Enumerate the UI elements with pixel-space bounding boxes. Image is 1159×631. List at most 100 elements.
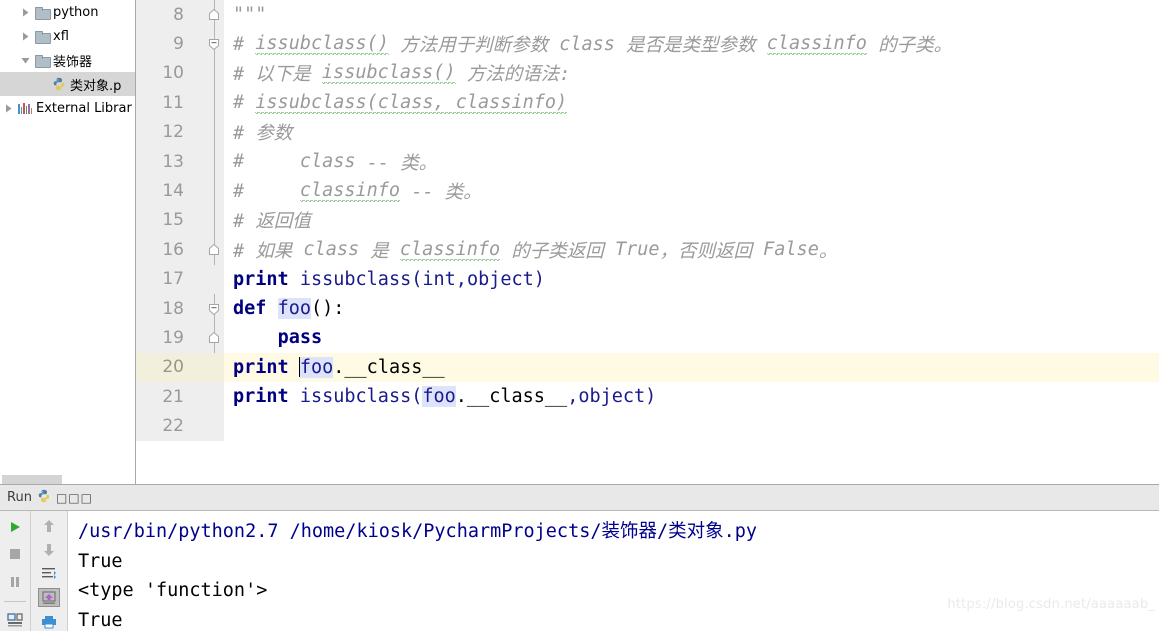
code-text[interactable]: # class -- 类。 [224, 147, 1159, 176]
fold-gutter[interactable] [193, 411, 224, 441]
code-line[interactable]: 20 print foo .__class__ [136, 352, 1159, 383]
chevron-right-icon[interactable] [17, 32, 33, 41]
code-token: foo [277, 298, 311, 320]
code-text[interactable]: # issubclass() 方法用于判断参数 class 是否是类型参数 cl… [224, 29, 1159, 58]
fold-gutter[interactable] [193, 382, 224, 412]
run-console-output[interactable]: /usr/bin/python2.7 /home/kiosk/PycharmPr… [68, 511, 1159, 631]
code-token: 是否是类型参数 [614, 35, 767, 57]
chevron-right-icon[interactable] [17, 8, 33, 17]
code-lines[interactable]: 8 """ 9 # issubclass() 方法用于判断参数 class 是否是类型… [136, 0, 1159, 441]
tree-item-folder[interactable]: 装饰器 [0, 48, 135, 72]
code-token: # 返回值 [233, 211, 311, 233]
code-text[interactable]: pass [224, 323, 1159, 352]
soft-wrap-icon[interactable] [38, 564, 60, 583]
code-token: issubclass(class, classinfo) [255, 91, 568, 114]
code-token: print [233, 386, 289, 408]
fold-gutter[interactable] [193, 205, 224, 236]
project-tree-horizontal-scrollbar[interactable] [0, 475, 135, 484]
code-line[interactable]: 14 # classinfo -- 类。 [136, 176, 1159, 206]
code-text[interactable]: def foo (): [224, 294, 1159, 323]
code-token: # [233, 92, 256, 114]
code-line[interactable]: 9 # issubclass() 方法用于判断参数 class 是否是类型参数 c… [136, 29, 1159, 59]
fold-gutter[interactable] [193, 146, 224, 177]
fold-region-line [214, 88, 215, 118]
editor-pane[interactable]: 8 """ 9 # issubclass() 方法用于判断参数 class 是否是类型… [136, 0, 1159, 484]
print-icon[interactable] [38, 612, 60, 631]
code-text[interactable]: # 返回值 [224, 206, 1159, 235]
code-line[interactable]: 22 [136, 411, 1159, 441]
code-token: 方法的语法: [455, 64, 571, 86]
code-token: # 以下是 [233, 64, 322, 86]
fold-end-icon[interactable] [206, 242, 222, 258]
code-token: 方法用于判断参数 [388, 35, 560, 57]
code-line[interactable]: 10 # 以下是 issubclass() 方法的语法: [136, 58, 1159, 89]
arrow-up-icon[interactable] [38, 517, 60, 536]
code-text[interactable]: # 参数 [224, 118, 1159, 147]
chevron-right-icon[interactable] [0, 104, 16, 113]
code-text[interactable]: # classinfo -- 类。 [224, 176, 1159, 205]
pause-button[interactable] [4, 571, 26, 593]
fold-gutter[interactable] [193, 293, 224, 324]
fold-gutter[interactable] [193, 88, 224, 118]
code-text[interactable]: print issubclass(int, object) [224, 265, 1159, 294]
tree-item-libraries[interactable]: External Librar [0, 96, 135, 120]
project-tree[interactable]: python xfl 装饰器 类对象.p External Librar [0, 0, 135, 120]
toolbar-separator [4, 600, 26, 602]
code-line[interactable]: 11 # issubclass(class, classinfo) [136, 88, 1159, 118]
fold-end-icon[interactable] [206, 7, 222, 23]
stop-button[interactable] [4, 544, 26, 566]
code-token: object [466, 268, 534, 290]
run-toolbar-left[interactable] [0, 511, 31, 631]
fold-gutter[interactable] [193, 58, 224, 89]
code-text[interactable]: print foo .__class__ [224, 353, 1159, 382]
pycharm-window: python xfl 装饰器 类对象.p External Librar 8 """ 9 # … [0, 0, 1159, 631]
code-line[interactable]: 13 # class -- 类。 [136, 146, 1159, 177]
tree-item-file[interactable]: 类对象.p [0, 72, 135, 96]
layout-button[interactable] [4, 609, 26, 631]
fold-gutter[interactable] [193, 117, 224, 147]
code-text[interactable]: print issubclass(foo .__class__, object) [224, 382, 1159, 411]
chevron-down-icon[interactable] [17, 56, 33, 65]
fold-gutter[interactable] [193, 264, 224, 294]
fold-gutter[interactable] [193, 323, 224, 353]
tree-item-folder[interactable]: python [0, 0, 135, 24]
fold-collapse-icon[interactable] [206, 36, 222, 52]
fold-gutter[interactable] [193, 176, 224, 206]
code-token: 的子类。 [866, 35, 953, 57]
run-tab-bar[interactable]: Run □□□ [0, 484, 1159, 511]
code-text[interactable]: # 以下是 issubclass() 方法的语法: [224, 59, 1159, 88]
code-text[interactable]: # issubclass(class, classinfo) [224, 88, 1159, 117]
scroll-to-end-icon[interactable] [38, 588, 60, 608]
arrow-down-icon[interactable] [38, 541, 60, 560]
code-line[interactable]: 12 # 参数 [136, 117, 1159, 147]
rerun-button[interactable] [4, 516, 26, 538]
fold-gutter[interactable] [193, 235, 224, 265]
fold-gutter[interactable] [193, 352, 224, 383]
code-line[interactable]: 16 # 如果 class 是 classinfo 的子类返回 True ，否则返回… [136, 235, 1159, 265]
code-line[interactable]: 19 pass [136, 323, 1159, 353]
code-text[interactable]: # 如果 class 是 classinfo 的子类返回 True ，否则返回 F… [224, 235, 1159, 264]
code-line[interactable]: 21 print issubclass(foo .__class__, object) [136, 382, 1159, 412]
line-number: 19 [136, 323, 193, 353]
code-token: foo [299, 356, 334, 378]
console-output-line: True [78, 609, 123, 631]
line-number: 9 [136, 29, 193, 59]
code-line[interactable]: 17 print issubclass(int, object) [136, 264, 1159, 294]
fold-collapse-icon[interactable] [206, 301, 222, 317]
code-token: , [567, 386, 579, 408]
code-line[interactable]: 15 # 返回值 [136, 205, 1159, 236]
scrollbar-thumb[interactable] [2, 475, 62, 484]
code-line[interactable]: 18 def foo (): [136, 293, 1159, 324]
code-text[interactable] [224, 411, 1159, 440]
tree-item-folder[interactable]: xfl [0, 24, 135, 48]
fold-end-icon[interactable] [206, 330, 222, 346]
run-toolbar-right[interactable] [31, 511, 68, 631]
project-tool-window[interactable]: python xfl 装饰器 类对象.p External Librar [0, 0, 136, 484]
code-line[interactable]: 8 """ [136, 0, 1159, 30]
code-text[interactable]: """ [224, 0, 1159, 29]
fold-gutter[interactable] [193, 29, 224, 59]
run-configuration-name: □□□ [55, 490, 93, 505]
fold-gutter[interactable] [193, 0, 224, 30]
